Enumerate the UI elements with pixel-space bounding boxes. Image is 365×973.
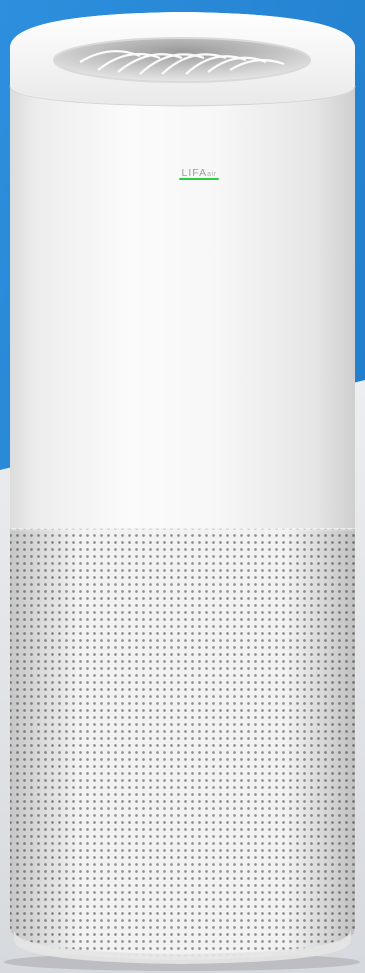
status-led-indicator (179, 178, 219, 180)
air-purifier (4, 12, 360, 971)
product-photo-scene: LIFAair (0, 0, 365, 973)
brand-logo: LIFAair (172, 163, 226, 185)
